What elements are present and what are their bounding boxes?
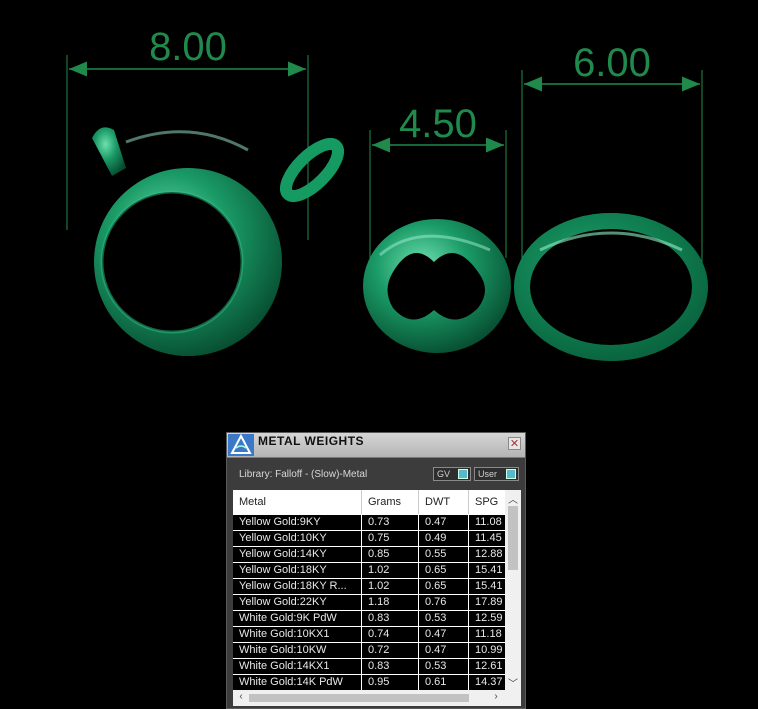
scroll-down-icon[interactable]: ﹀	[505, 675, 521, 690]
table-row[interactable]: White Gold:10KW 0.72 0.47 10.99	[233, 643, 505, 659]
cell-metal: Yellow Gold:18KY R...	[239, 580, 347, 592]
cell-spg: 11.18	[475, 628, 502, 640]
cell-metal: Yellow Gold:9KY	[239, 516, 321, 528]
cell-grams: 0.75	[368, 532, 390, 544]
library-label: Library: Falloff - (Slow)-Metal	[239, 469, 368, 480]
close-button[interactable]: ✕	[508, 437, 521, 450]
cell-grams: 0.83	[368, 660, 390, 672]
cell-spg: 11.45	[475, 532, 502, 544]
cell-spg: 12.59	[475, 612, 503, 624]
table-row[interactable]: White Gold:14K PdW 0.95 0.61 14.37	[233, 675, 505, 691]
table-row[interactable]: Yellow Gold:14KY 0.85 0.55 12.88	[233, 547, 505, 563]
cell-metal: White Gold:10KX1	[239, 628, 330, 640]
cell-spg: 14.37	[475, 676, 503, 688]
table-row[interactable]: Yellow Gold:18KY 1.02 0.65 15.41	[233, 563, 505, 579]
cell-dwt: 0.65	[425, 564, 447, 576]
cell-metal: Yellow Gold:22KY	[239, 596, 327, 608]
cell-metal: Yellow Gold:10KY	[239, 532, 327, 544]
cell-dwt: 0.65	[425, 580, 447, 592]
table-row[interactable]: White Gold:10KX1 0.74 0.47 11.18	[233, 627, 505, 643]
cell-grams: 1.02	[368, 564, 390, 576]
dimension-label-clasp: 8.00	[149, 25, 227, 69]
cell-spg: 12.88	[475, 548, 503, 560]
table-row[interactable]: Yellow Gold:18KY R... 1.02 0.65 15.41	[233, 579, 505, 595]
cell-metal: Yellow Gold:18KY	[239, 564, 327, 576]
scroll-up-icon[interactable]: ︿	[505, 491, 521, 506]
cell-dwt: 0.47	[425, 644, 447, 656]
cell-dwt: 0.47	[425, 628, 447, 640]
vertical-scrollbar[interactable]: ︿ ﹀	[505, 490, 521, 690]
library-row: Library: Falloff - (Slow)-Metal GV User	[227, 459, 525, 489]
vertical-scroll-thumb[interactable]	[508, 506, 518, 570]
cell-grams: 0.72	[368, 644, 390, 656]
spring-ring-clasp[interactable]	[72, 127, 346, 356]
cell-grams: 0.73	[368, 516, 390, 528]
cell-grams: 1.02	[368, 580, 390, 592]
metal-weights-table[interactable]: Metal Grams DWT SPG Yellow Gold:9KY 0.73 0…	[233, 490, 521, 706]
metal-weights-panel[interactable]: METAL WEIGHTS ✕ Library: Falloff - (Slow…	[226, 432, 526, 709]
cell-spg: 17.89	[475, 596, 503, 608]
cell-metal: White Gold:14KX1	[239, 660, 330, 672]
cell-grams: 0.85	[368, 548, 390, 560]
cell-spg: 11.08	[475, 516, 502, 528]
cell-grams: 0.95	[368, 676, 390, 688]
dimension-label-oval-ring: 6.00	[573, 41, 651, 85]
cell-dwt: 0.53	[425, 612, 447, 624]
scroll-right-icon[interactable]: ›	[489, 691, 503, 705]
cell-spg: 15.41	[475, 580, 503, 592]
scroll-left-icon[interactable]: ‹	[234, 691, 248, 705]
gv-toggle-knob-icon	[458, 469, 468, 479]
table-row[interactable]: White Gold:9K PdW 0.83 0.53 12.59	[233, 611, 505, 627]
cell-spg: 12.61	[475, 660, 503, 672]
column-header-spg[interactable]: SPG	[475, 496, 498, 508]
user-toggle-label: User	[478, 469, 498, 479]
horizontal-scrollbar[interactable]: ‹ ›	[233, 690, 521, 706]
gv-toggle-label: GV	[437, 469, 451, 479]
oval-ring[interactable]	[514, 213, 708, 361]
table-row[interactable]: Yellow Gold:22KY 1.18 0.76 17.89	[233, 595, 505, 611]
dimension-label-small-ring: 4.50	[399, 102, 477, 146]
close-icon: ✕	[509, 438, 520, 450]
cell-dwt: 0.53	[425, 660, 447, 672]
table-row[interactable]: Yellow Gold:10KY 0.75 0.49 11.45	[233, 531, 505, 547]
column-header-metal[interactable]: Metal	[239, 496, 266, 508]
cell-metal: White Gold:14K PdW	[239, 676, 343, 688]
cell-grams: 0.83	[368, 612, 390, 624]
panel-title: METAL WEIGHTS	[258, 434, 365, 448]
table-row[interactable]: Yellow Gold:9KY 0.73 0.47 11.08	[233, 515, 505, 531]
cell-dwt: 0.76	[425, 596, 447, 608]
horizontal-scroll-thumb[interactable]	[249, 694, 469, 702]
cell-dwt: 0.55	[425, 548, 447, 560]
cell-metal: Yellow Gold:14KY	[239, 548, 327, 560]
cell-spg: 10.99	[475, 644, 503, 656]
cell-dwt: 0.47	[425, 516, 447, 528]
cell-dwt: 0.61	[425, 676, 447, 688]
small-ring[interactable]	[363, 219, 511, 353]
cell-metal: White Gold:9K PdW	[239, 612, 337, 624]
cell-metal: White Gold:10KW	[239, 644, 327, 656]
gv-toggle[interactable]: GV	[433, 467, 471, 481]
user-toggle-knob-icon	[506, 469, 516, 479]
app-logo-icon	[228, 434, 254, 456]
cell-spg: 15.41	[475, 564, 503, 576]
column-header-dwt[interactable]: DWT	[425, 496, 450, 508]
column-header-grams[interactable]: Grams	[368, 496, 401, 508]
cell-dwt: 0.49	[425, 532, 447, 544]
cell-grams: 1.18	[368, 596, 390, 608]
user-toggle[interactable]: User	[474, 467, 519, 481]
cell-grams: 0.74	[368, 628, 390, 640]
table-header: Metal Grams DWT SPG	[233, 490, 505, 514]
panel-titlebar[interactable]: METAL WEIGHTS ✕	[227, 433, 525, 458]
table-row[interactable]: White Gold:14KX1 0.83 0.53 12.61	[233, 659, 505, 675]
